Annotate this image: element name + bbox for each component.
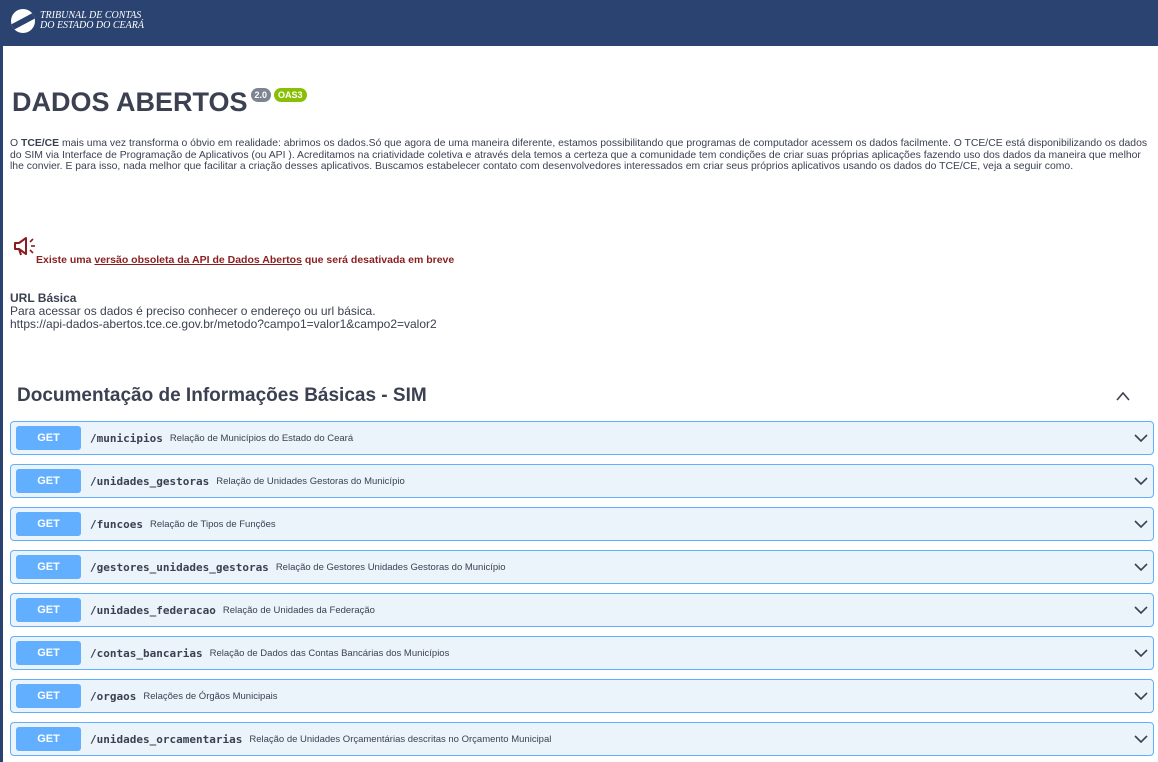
method-badge: GET bbox=[16, 684, 81, 708]
chevron-down-icon[interactable] bbox=[1134, 691, 1148, 701]
base-url-block: URL Básica Para acessar os dados é preci… bbox=[10, 292, 437, 331]
operation-path: /orgaos bbox=[90, 689, 137, 703]
section-title[interactable]: Documentação de Informações Básicas - SI… bbox=[17, 385, 427, 407]
notice-text-before: Existe uma bbox=[36, 254, 95, 266]
left-frame-border bbox=[0, 0, 3, 762]
chevron-down-icon[interactable] bbox=[1134, 605, 1148, 615]
chevron-down-icon[interactable] bbox=[1134, 433, 1148, 443]
method-badge: GET bbox=[16, 426, 81, 450]
method-badge: GET bbox=[16, 469, 81, 493]
chevron-up-icon[interactable] bbox=[1115, 390, 1131, 402]
deprecation-notice: Existe uma versão obsoleta da API de Dad… bbox=[36, 254, 454, 266]
chevron-down-icon[interactable] bbox=[1134, 648, 1148, 658]
operation-path: /municipios bbox=[90, 431, 163, 445]
operation-path: /unidades_orcamentarias bbox=[90, 732, 243, 746]
operation-description: Relação de Municípios do Estado do Ceará bbox=[169, 432, 354, 444]
obsolete-api-link[interactable]: versão obsoleta da API de Dados Abertos bbox=[94, 254, 302, 266]
operation-description: Relação de Unidades da Federação bbox=[222, 604, 375, 616]
notice-text-after: que será desativada em breve bbox=[301, 254, 455, 266]
operation-description: Relação de Dados das Contas Bancárias do… bbox=[209, 647, 450, 659]
version-badge: 2.0 bbox=[250, 88, 272, 102]
tce-logo-icon bbox=[11, 9, 35, 33]
method-badge: GET bbox=[16, 727, 81, 751]
operation-description: Relação de Tipos de Funções bbox=[149, 518, 276, 530]
operations-list: GET /municipios Relação de Municípios do… bbox=[10, 421, 1154, 762]
tce-logo[interactable]: TRIBUNAL DE CONTAS DO ESTADO DO CEARÁ bbox=[11, 9, 144, 33]
operation-row[interactable]: GET /gestores_unidades_gestoras Relação … bbox=[10, 550, 1154, 584]
operation-row[interactable]: GET /unidades_orcamentarias Relação de U… bbox=[10, 722, 1154, 756]
chevron-down-icon[interactable] bbox=[1134, 734, 1148, 744]
intro-paragraph: O TCE/CE mais uma vez transforma o óbvio… bbox=[10, 138, 1150, 173]
logo-text: TRIBUNAL DE CONTAS DO ESTADO DO CEARÁ bbox=[40, 11, 144, 31]
operation-row[interactable]: GET /funcoes Relação de Tipos de Funções bbox=[10, 507, 1154, 541]
operation-row[interactable]: GET /municipios Relação de Municípios do… bbox=[10, 421, 1154, 455]
base-url-value: https://api-dados-abertos.tce.ce.gov.br/… bbox=[10, 317, 437, 331]
method-badge: GET bbox=[16, 641, 81, 665]
method-badge: GET bbox=[16, 598, 81, 622]
operation-row[interactable]: GET /orgaos Relações de Órgãos Municipai… bbox=[10, 679, 1154, 713]
method-badge: GET bbox=[16, 512, 81, 536]
operation-path: /gestores_unidades_gestoras bbox=[90, 560, 269, 574]
operation-description: Relações de Órgãos Municipais bbox=[143, 690, 278, 702]
operation-description: Relação de Gestores Unidades Gestoras do… bbox=[275, 561, 506, 573]
page-title-row: DADOS ABERTOS 2.0 OAS3 bbox=[12, 86, 307, 118]
operation-path: /unidades_federacao bbox=[90, 603, 216, 617]
chevron-down-icon[interactable] bbox=[1134, 562, 1148, 572]
chevron-down-icon[interactable] bbox=[1134, 519, 1148, 529]
operation-description: Relação de Unidades Gestoras do Municípi… bbox=[216, 475, 405, 487]
operation-row[interactable]: GET /unidades_federacao Relação de Unida… bbox=[10, 593, 1154, 627]
operation-path: /funcoes bbox=[90, 517, 143, 531]
logo-line-2: DO ESTADO DO CEARÁ bbox=[40, 20, 144, 31]
intro-bold: TCE/CE bbox=[20, 138, 60, 149]
chevron-down-icon[interactable] bbox=[1134, 476, 1148, 486]
operation-row[interactable]: GET /contas_bancarias Relação de Dados d… bbox=[10, 636, 1154, 670]
operation-row[interactable]: GET /unidades_gestoras Relação de Unidad… bbox=[10, 464, 1154, 498]
operation-description: Relação de Unidades Orçamentárias descri… bbox=[249, 733, 552, 745]
top-bar: TRIBUNAL DE CONTAS DO ESTADO DO CEARÁ bbox=[0, 0, 1158, 46]
method-badge: GET bbox=[16, 555, 81, 579]
intro-text: mais uma vez transforma o óbvio em reali… bbox=[10, 138, 1148, 173]
operation-path: /unidades_gestoras bbox=[90, 474, 210, 488]
intro-prefix: O bbox=[10, 138, 21, 149]
operation-path: /contas_bancarias bbox=[90, 646, 203, 660]
page-title: DADOS ABERTOS bbox=[12, 87, 248, 117]
oas-badge: OAS3 bbox=[274, 88, 307, 102]
